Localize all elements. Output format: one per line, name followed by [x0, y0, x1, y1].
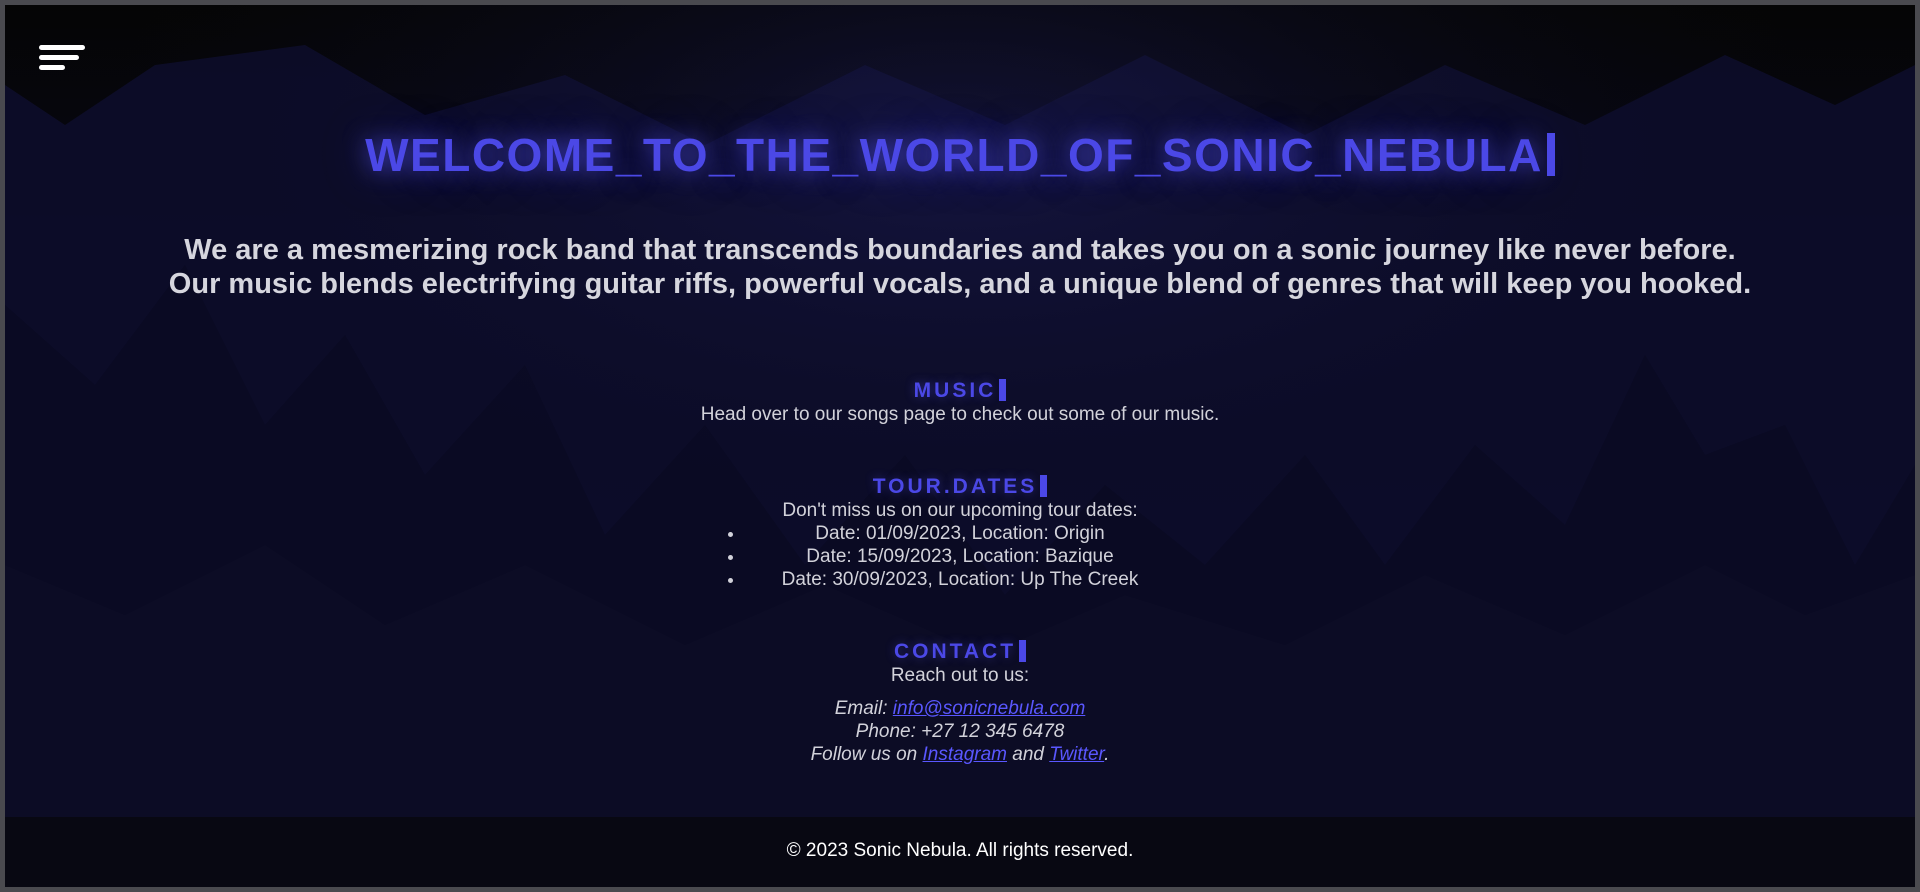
contact-follow-line: Follow us on Instagram and Twitter. [5, 743, 1915, 766]
email-link[interactable]: info@sonicnebula.com [893, 698, 1086, 719]
typing-cursor-icon [1546, 133, 1555, 176]
follow-prefix: Follow us on [810, 744, 923, 765]
contact-heading-text: CONTACT [893, 640, 1017, 663]
typing-cursor-icon [999, 379, 1007, 401]
contact-phone: Phone: +27 12 345 6478 [855, 721, 1065, 742]
tour-intro: Don't miss us on our upcoming tour dates… [782, 500, 1138, 521]
contact-details: Email: info@sonicnebula.com Phone: +27 1… [5, 697, 1915, 766]
hamburger-menu-button[interactable] [39, 45, 85, 81]
hero-title: WELCOME_TO_THE_WORLD_OF_SONIC_NEBULA [5, 128, 1915, 182]
tour-heading-text: TOUR.DATES [872, 475, 1038, 498]
tour-date-item: Date: 30/09/2023, Location: Up The Creek [745, 568, 1175, 591]
typing-cursor-icon [1019, 640, 1027, 662]
music-section: MUSIC Head over to our songs page to che… [5, 379, 1915, 426]
typing-cursor-icon [1040, 475, 1048, 497]
tour-date-item: Date: 01/09/2023, Location: Origin [745, 522, 1175, 545]
contact-email-line: Email: info@sonicnebula.com [5, 697, 1915, 720]
contact-heading: CONTACT [5, 640, 1915, 664]
hero-title-text: WELCOME_TO_THE_WORLD_OF_SONIC_NEBULA [365, 129, 1543, 181]
contact-intro: Reach out to us: [890, 665, 1030, 686]
music-text: Head over to our songs page to check out… [700, 404, 1220, 425]
email-label: Email: [834, 698, 893, 719]
hero-tagline: We are a mesmerizing rock band that tran… [5, 233, 1915, 301]
tagline-line-1: We are a mesmerizing rock band that tran… [184, 234, 1736, 266]
follow-and: and [1007, 744, 1050, 765]
page-window: WELCOME_TO_THE_WORLD_OF_SONIC_NEBULA We … [5, 5, 1915, 887]
page-footer: © 2023 Sonic Nebula. All rights reserved… [5, 817, 1915, 887]
twitter-link[interactable]: Twitter [1049, 744, 1104, 765]
tour-section: TOUR.DATES Don't miss us on our upcoming… [5, 475, 1915, 591]
menu-bar-middle [39, 55, 79, 60]
menu-bar-bottom [39, 65, 65, 70]
follow-period: . [1104, 744, 1110, 765]
tour-dates-list: Date: 01/09/2023, Location: Origin Date:… [745, 522, 1175, 591]
tour-heading: TOUR.DATES [5, 475, 1915, 499]
tagline-line-2: Our music blends electrifying guitar rif… [168, 268, 1752, 300]
menu-bar-top [39, 45, 85, 50]
tour-date-item: Date: 15/09/2023, Location: Bazique [745, 545, 1175, 568]
music-heading-text: MUSIC [913, 379, 997, 402]
footer-copyright: © 2023 Sonic Nebula. All rights reserved… [786, 840, 1134, 861]
music-heading: MUSIC [5, 379, 1915, 403]
contact-section: CONTACT Reach out to us: Email: info@son… [5, 640, 1915, 766]
instagram-link[interactable]: Instagram [923, 744, 1007, 765]
